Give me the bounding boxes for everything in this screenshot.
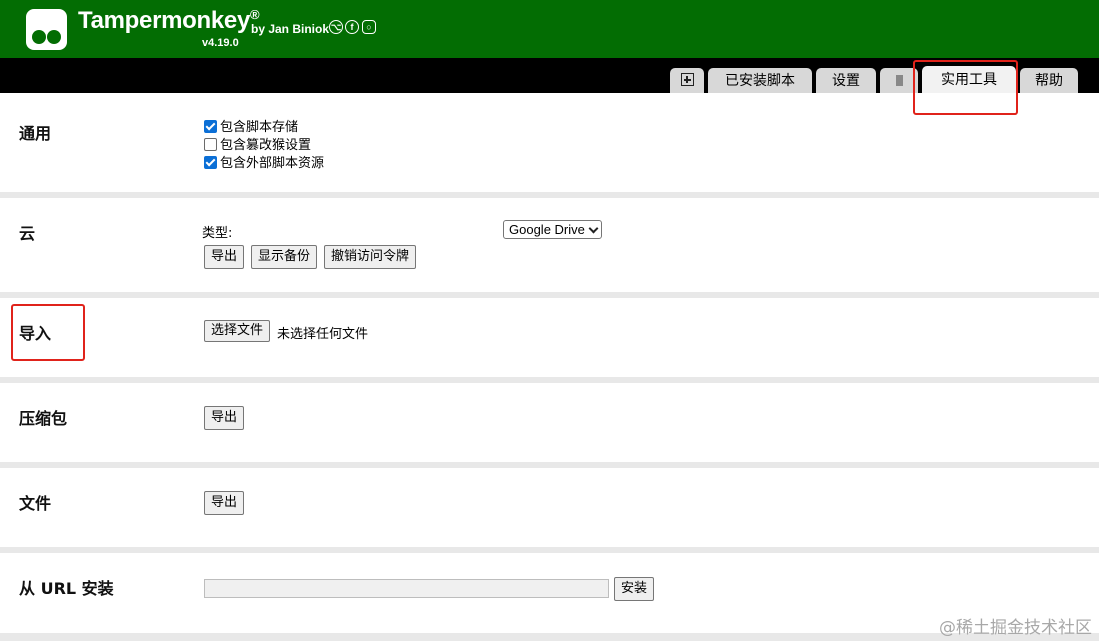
section-divider (0, 192, 1099, 198)
author-credit: by Jan Biniok (251, 22, 330, 36)
section-divider (0, 547, 1099, 553)
checkbox[interactable] (204, 138, 217, 151)
watermark: @稀土掘金技术社区 (939, 618, 1092, 638)
tampermonkey-logo-icon (26, 9, 67, 50)
zip-export-button[interactable]: 导出 (204, 406, 245, 430)
highlight-box-import (11, 304, 85, 361)
checkbox[interactable] (204, 120, 217, 133)
version-label: v4.19.0 (202, 37, 239, 49)
section-title-file: 文件 (19, 494, 52, 513)
section-divider (0, 377, 1099, 383)
highlight-box-utilities (913, 60, 1018, 115)
facebook-icon[interactable]: f (345, 20, 359, 34)
checkbox[interactable] (204, 156, 217, 169)
section-divider (0, 633, 1099, 641)
section-title-zip: 压缩包 (19, 409, 68, 428)
plus-square-icon (680, 73, 694, 86)
option-include-settings[interactable]: 包含篡改猴设置 (204, 137, 311, 154)
github-icon[interactable]: ⌥ (329, 20, 343, 34)
section-title-general: 通用 (19, 124, 52, 143)
tab-help[interactable]: 帮助 (1020, 68, 1078, 93)
no-file-chosen-text: 未选择任何文件 (277, 327, 369, 342)
app-title: Tampermonkey® (78, 7, 260, 34)
tab-installed-scripts[interactable]: 已安装脚本 (708, 68, 812, 93)
install-button[interactable]: 安装 (614, 577, 655, 601)
show-backups-button[interactable]: 显示备份 (251, 245, 318, 269)
section-divider (0, 292, 1099, 298)
app-header: Tampermonkey® by Jan Biniok ⌥ f ○ v4.19.… (0, 0, 1099, 58)
section-divider (0, 462, 1099, 468)
option-include-storage[interactable]: 包含脚本存储 (204, 119, 298, 136)
cloud-type-select[interactable]: Google Drive (503, 220, 602, 239)
section-title-url-install: 从 URL 安装 (19, 579, 114, 598)
option-include-external-resources[interactable]: 包含外部脚本资源 (204, 155, 324, 172)
instagram-icon[interactable]: ○ (362, 20, 376, 34)
section-title-cloud: 云 (19, 224, 36, 243)
url-input[interactable] (204, 579, 609, 598)
tab-new-script[interactable] (670, 68, 704, 93)
revoke-token-button[interactable]: 撤销访问令牌 (324, 245, 417, 269)
file-export-button[interactable]: 导出 (204, 491, 245, 515)
choose-file-button[interactable]: 选择文件 (204, 320, 271, 342)
trash-icon (895, 74, 903, 86)
cloud-type-label: 类型: (202, 226, 233, 241)
cloud-export-button[interactable]: 导出 (204, 245, 245, 269)
tab-settings[interactable]: 设置 (816, 68, 876, 93)
chevron-down-icon (588, 223, 599, 234)
